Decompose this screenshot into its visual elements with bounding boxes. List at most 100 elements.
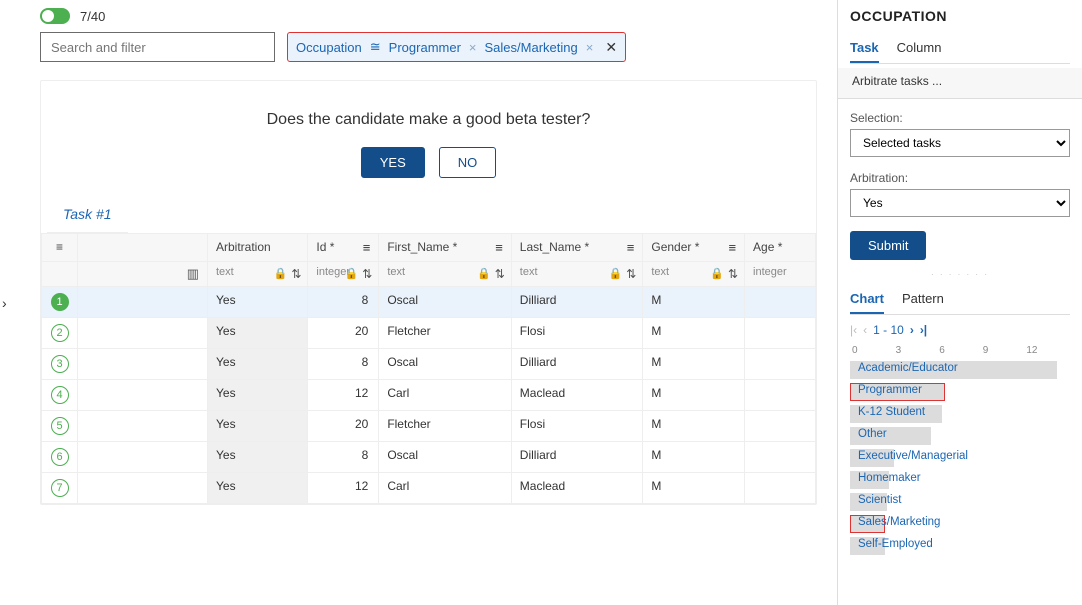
col-last[interactable]: Last_Name *: [520, 240, 589, 254]
col-arbitration[interactable]: Arbitration: [216, 240, 271, 254]
chart-bar[interactable]: Executive/Managerial: [850, 448, 1070, 470]
cell-last: Dilliard: [511, 442, 643, 473]
cell-last: Dilliard: [511, 287, 643, 318]
filter-clear-icon[interactable]: ✕: [605, 39, 617, 56]
cell-first: Carl: [379, 380, 511, 411]
tab-task[interactable]: Task: [850, 34, 879, 63]
chip-remove-icon[interactable]: ×: [469, 40, 477, 55]
pager-prev-icon[interactable]: ‹: [863, 323, 867, 337]
chart-bar[interactable]: Scientist: [850, 492, 1070, 514]
task-card: Does the candidate make a good beta test…: [40, 80, 817, 505]
col-id[interactable]: Id *: [316, 240, 334, 254]
yes-button[interactable]: YES: [361, 147, 425, 178]
chart-bar[interactable]: Academic/Educator: [850, 360, 1070, 382]
row-count: 7/40: [80, 9, 105, 24]
columns-icon[interactable]: ▥: [187, 266, 199, 282]
table-row[interactable]: 4Yes12CarlMacleadM: [42, 380, 816, 411]
lock-icon: 🔒: [710, 267, 724, 281]
row-badge[interactable]: 2: [51, 324, 69, 342]
no-button[interactable]: NO: [439, 147, 497, 178]
row-badge[interactable]: 6: [51, 448, 69, 466]
chip-remove-icon[interactable]: ×: [586, 40, 594, 55]
row-badge[interactable]: 1: [51, 293, 69, 311]
cell-gender: M: [643, 349, 745, 380]
cell-gender: M: [643, 442, 745, 473]
col-first[interactable]: First_Name *: [387, 240, 457, 254]
chart-bar[interactable]: K-12 Student: [850, 404, 1070, 426]
chart-bar-label: Scientist: [858, 494, 901, 506]
cell-gender: M: [643, 411, 745, 442]
sort-icon[interactable]: ⇅: [291, 267, 301, 281]
lock-icon: 🔒: [274, 267, 288, 281]
expand-chevron-icon[interactable]: ›: [2, 295, 7, 311]
cell-id: 8: [308, 287, 379, 318]
pager-range: 1 - 10: [873, 323, 904, 337]
drag-handle-icon[interactable]: · · · · · · ·: [850, 270, 1070, 279]
cell-arbitration: Yes: [208, 442, 308, 473]
chart-bar[interactable]: Programmer: [850, 382, 1070, 404]
menu-icon[interactable]: ≡: [728, 240, 736, 255]
chart-bar-label: Self-Employed: [858, 538, 933, 550]
cell-first: Oscal: [379, 287, 511, 318]
axis-tick: 12: [1026, 345, 1070, 356]
row-badge[interactable]: 7: [51, 479, 69, 497]
arbitrate-subtext: Arbitrate tasks ...: [838, 68, 1082, 99]
pager-last-icon[interactable]: ›|: [920, 323, 927, 337]
table-row[interactable]: 5Yes20FletcherFlosiM: [42, 411, 816, 442]
table-row[interactable]: 7Yes12CarlMacleadM: [42, 473, 816, 504]
toggle-switch[interactable]: [40, 8, 70, 24]
menu-icon[interactable]: ≡: [363, 240, 371, 255]
submit-button[interactable]: Submit: [850, 231, 926, 260]
row-badge[interactable]: 4: [51, 386, 69, 404]
tab-pattern[interactable]: Pattern: [902, 285, 944, 314]
chart-bar-label: Executive/Managerial: [858, 450, 968, 462]
question-text: Does the candidate make a good beta test…: [41, 111, 816, 129]
tab-chart[interactable]: Chart: [850, 285, 884, 314]
tab-column[interactable]: Column: [897, 34, 942, 63]
menu-icon[interactable]: ≡: [627, 240, 635, 255]
table-row[interactable]: 2Yes20FletcherFlosiM: [42, 318, 816, 349]
cell-first: Fletcher: [379, 411, 511, 442]
cell-id: 20: [308, 318, 379, 349]
chart-bar[interactable]: Self-Employed: [850, 536, 1070, 558]
cell-gender: M: [643, 287, 745, 318]
filter-chip[interactable]: Programmer: [389, 40, 461, 55]
pager-first-icon[interactable]: |‹: [850, 323, 857, 337]
cell-age: [745, 442, 816, 473]
cell-id: 20: [308, 411, 379, 442]
chart-bar[interactable]: Homemaker: [850, 470, 1070, 492]
sort-icon[interactable]: ⇅: [626, 267, 636, 281]
cell-age: [745, 287, 816, 318]
cell-id: 12: [308, 473, 379, 504]
col-age[interactable]: Age *: [753, 240, 782, 254]
arbitration-select[interactable]: Yes: [850, 189, 1070, 217]
col-gender[interactable]: Gender *: [651, 240, 699, 254]
row-badge[interactable]: 5: [51, 417, 69, 435]
cell-arbitration: Yes: [208, 473, 308, 504]
chart-bar-label: Sales/Marketing: [858, 516, 940, 528]
lock-icon: 🔒: [477, 267, 491, 281]
pager-next-icon[interactable]: ›: [910, 323, 914, 337]
filter-field: Occupation: [296, 40, 362, 55]
sort-icon[interactable]: ⇅: [495, 267, 505, 281]
row-badge[interactable]: 3: [51, 355, 69, 373]
cell-arbitration: Yes: [208, 287, 308, 318]
sort-icon[interactable]: ⇅: [728, 267, 738, 281]
filter-chip-box: Occupation ≅ Programmer × Sales/Marketin…: [287, 32, 626, 62]
chart-bar[interactable]: Sales/Marketing: [850, 514, 1070, 536]
selection-select[interactable]: Selected tasks: [850, 129, 1070, 157]
table-row[interactable]: 6Yes8OscalDilliardM: [42, 442, 816, 473]
chart-bar-label: Academic/Educator: [858, 362, 958, 374]
chart-bar[interactable]: Other: [850, 426, 1070, 448]
chart-bar-label: K-12 Student: [858, 406, 925, 418]
axis-tick: 3: [896, 345, 940, 356]
filter-chip[interactable]: Sales/Marketing: [485, 40, 578, 55]
axis-tick: 9: [983, 345, 1027, 356]
table-row[interactable]: 3Yes8OscalDilliardM: [42, 349, 816, 380]
cell-age: [745, 473, 816, 504]
axis-tick: 6: [939, 345, 983, 356]
search-input[interactable]: [40, 32, 275, 62]
menu-icon[interactable]: ≡: [495, 240, 503, 255]
sort-icon[interactable]: ⇅: [362, 267, 372, 281]
table-row[interactable]: 1 Yes8OscalDilliardM: [42, 287, 816, 318]
